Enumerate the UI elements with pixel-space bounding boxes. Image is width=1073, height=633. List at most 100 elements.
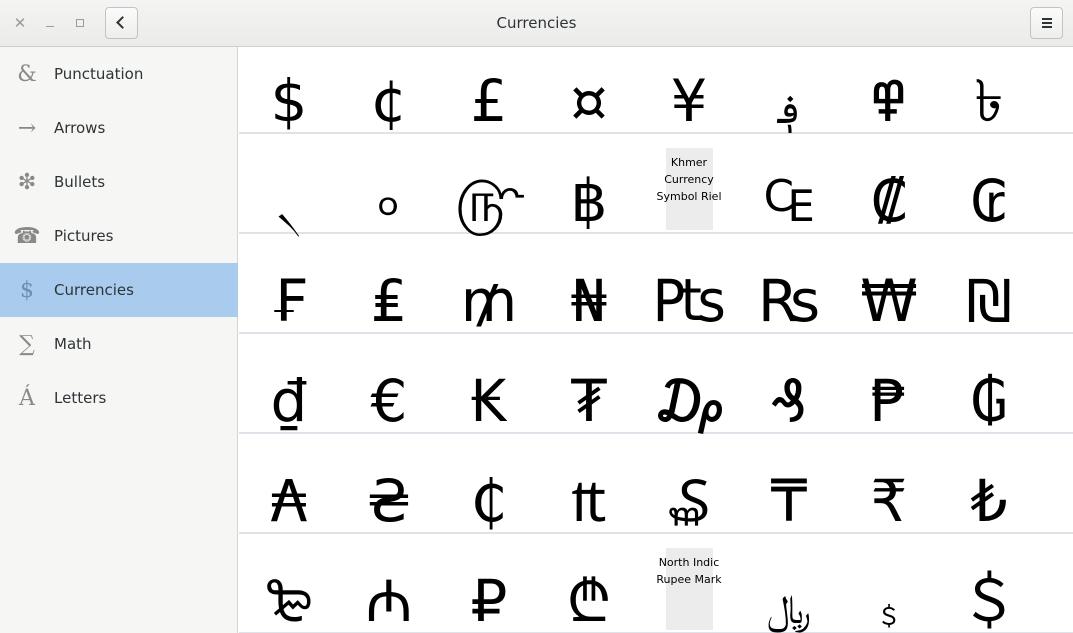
sidebar-item-currencies[interactable]: $ Currencies bbox=[0, 263, 238, 317]
character-cell[interactable]: ₶ bbox=[539, 432, 639, 532]
character-cell[interactable]: Khmer Currency Symbol Riel bbox=[639, 132, 739, 232]
sidebar-item-label: Bullets bbox=[54, 173, 106, 191]
character-cell[interactable]: ₤ bbox=[339, 232, 439, 332]
character-glyph: ₹ bbox=[870, 467, 908, 535]
character-cell[interactable]: ₱ bbox=[839, 332, 939, 432]
character-glyph: ₦ bbox=[570, 267, 608, 335]
character-cell[interactable]: ৳ bbox=[939, 47, 1039, 132]
character-cell[interactable]: ₡ bbox=[839, 132, 939, 232]
character-glyph: ₺ bbox=[970, 467, 1008, 535]
back-button[interactable] bbox=[105, 7, 138, 39]
character-glyph: ৲ bbox=[276, 187, 302, 233]
sidebar-item-label: Arrows bbox=[54, 119, 106, 137]
character-glyph: ₲ bbox=[970, 367, 1008, 435]
character-glyph: ₭ bbox=[470, 367, 508, 435]
sidebar-item-bullets[interactable]: ❇ Bullets bbox=[0, 155, 238, 209]
character-glyph: ৳ bbox=[974, 67, 1004, 135]
character-cell[interactable]: ₳ bbox=[239, 432, 339, 532]
character-cell[interactable]: ߾ bbox=[839, 47, 939, 132]
character-cell[interactable]: ₫ bbox=[239, 332, 339, 432]
character-glyph: ฿ bbox=[570, 167, 608, 235]
character-cell[interactable]: ＄ bbox=[939, 532, 1039, 632]
character-cell[interactable]: ₪ bbox=[939, 232, 1039, 332]
character-cell[interactable]: ৲ bbox=[239, 132, 339, 232]
character-cell[interactable]: ₵ bbox=[439, 432, 539, 532]
window-maximize-icon[interactable] bbox=[72, 15, 88, 31]
character-cell[interactable]: ௹ bbox=[439, 132, 539, 232]
character-cell[interactable]: ₰ bbox=[739, 332, 839, 432]
character-cell[interactable]: ₢ bbox=[939, 132, 1039, 232]
character-cell[interactable]: € bbox=[339, 332, 439, 432]
sidebar-item-letters[interactable]: Á Letters bbox=[0, 371, 238, 425]
character-cell[interactable]: ₩ bbox=[839, 232, 939, 332]
character-cell[interactable]: $ bbox=[239, 47, 339, 132]
character-cell[interactable]: ৹ bbox=[339, 132, 439, 232]
dollar-icon: $ bbox=[20, 277, 34, 303]
character-cell[interactable]: ¢ bbox=[339, 47, 439, 132]
character-cell[interactable]: ₴ bbox=[339, 432, 439, 532]
character-glyph: ¤ bbox=[570, 67, 608, 135]
character-glyph: ₳ bbox=[270, 467, 308, 535]
character-cell[interactable]: ؋ bbox=[739, 47, 839, 132]
character-cell[interactable]: £ bbox=[439, 47, 539, 132]
character-cell[interactable]: ¥ bbox=[639, 47, 739, 132]
character-cell[interactable]: ₥ bbox=[439, 232, 539, 332]
sidebar-item-arrows[interactable]: → Arrows bbox=[0, 101, 238, 155]
character-glyph: ₯ bbox=[652, 367, 726, 435]
character-glyph: ﹩ bbox=[874, 597, 904, 632]
character-cell[interactable]: ₹ bbox=[839, 432, 939, 532]
sidebar-item-punctuation[interactable]: & Punctuation bbox=[0, 47, 238, 101]
window-minimize-icon[interactable] bbox=[42, 15, 58, 31]
character-cell[interactable]: ₮ bbox=[539, 332, 639, 432]
character-cell[interactable]: ₭ bbox=[439, 332, 539, 432]
character-glyph: ₤ bbox=[370, 267, 408, 335]
sidebar-item-label: Letters bbox=[54, 389, 107, 407]
character-cell[interactable]: ₨ bbox=[739, 232, 839, 332]
character-glyph: ₢ bbox=[970, 167, 1008, 235]
glyph-name-label: Khmer Currency Symbol Riel bbox=[656, 156, 722, 203]
character-glyph: € bbox=[370, 367, 408, 435]
character-cell[interactable]: ₾ bbox=[539, 532, 639, 632]
sidebar-item-pictures[interactable]: ☎ Pictures bbox=[0, 209, 238, 263]
character-glyph: ₧ bbox=[652, 267, 726, 335]
character-cell[interactable]: ₣ bbox=[239, 232, 339, 332]
character-cell[interactable]: ₼ bbox=[339, 532, 439, 632]
character-cell[interactable]: ฿ bbox=[539, 132, 639, 232]
character-cell[interactable]: ₲ bbox=[939, 332, 1039, 432]
character-glyph: ₮ bbox=[570, 367, 608, 435]
character-glyph: ₼ bbox=[365, 567, 413, 633]
character-glyph: ؋ bbox=[777, 87, 801, 133]
character-glyph: ߾ bbox=[866, 67, 912, 135]
ampersand-icon: & bbox=[17, 61, 37, 87]
character-cell[interactable]: ₧ bbox=[639, 232, 739, 332]
character-cell[interactable]: ﹩ bbox=[839, 532, 939, 632]
character-cell[interactable]: ₻ bbox=[239, 532, 339, 632]
character-glyph: ₸ bbox=[770, 467, 808, 535]
window-close-icon[interactable]: ✕ bbox=[12, 15, 28, 31]
character-glyph: ₷ bbox=[667, 467, 711, 535]
character-cell[interactable]: ¤ bbox=[539, 47, 639, 132]
character-cell[interactable]: ₦ bbox=[539, 232, 639, 332]
character-cell[interactable]: ₯ bbox=[639, 332, 739, 432]
character-cell[interactable]: ₽ bbox=[439, 532, 539, 632]
sidebar-item-label: Pictures bbox=[54, 227, 114, 245]
sidebar-item-label: Currencies bbox=[54, 281, 134, 299]
character-glyph: ௹ bbox=[454, 167, 524, 235]
sidebar-item-math[interactable]: ∑ Math bbox=[0, 317, 238, 371]
character-cell[interactable]: North Indic Rupee Mark bbox=[639, 532, 739, 632]
character-cell[interactable]: ﷼ bbox=[739, 532, 839, 632]
header-bar: ✕ Currencies bbox=[0, 0, 1073, 47]
character-glyph: ₽ bbox=[470, 567, 508, 633]
character-glyph: ﷼ bbox=[766, 587, 812, 633]
character-cell[interactable]: ₷ bbox=[639, 432, 739, 532]
telephone-icon: ☎ bbox=[13, 223, 41, 249]
character-glyph: ₩ bbox=[860, 267, 918, 335]
character-cell[interactable]: ₠ bbox=[739, 132, 839, 232]
character-cell[interactable]: ₺ bbox=[939, 432, 1039, 532]
accented-letter-icon: Á bbox=[19, 385, 35, 411]
character-glyph: ৹ bbox=[377, 167, 401, 235]
missing-glyph-placeholder: North Indic Rupee Mark bbox=[656, 548, 722, 630]
menu-button[interactable] bbox=[1030, 7, 1063, 39]
character-glyph: ₡ bbox=[870, 167, 908, 235]
character-cell[interactable]: ₸ bbox=[739, 432, 839, 532]
